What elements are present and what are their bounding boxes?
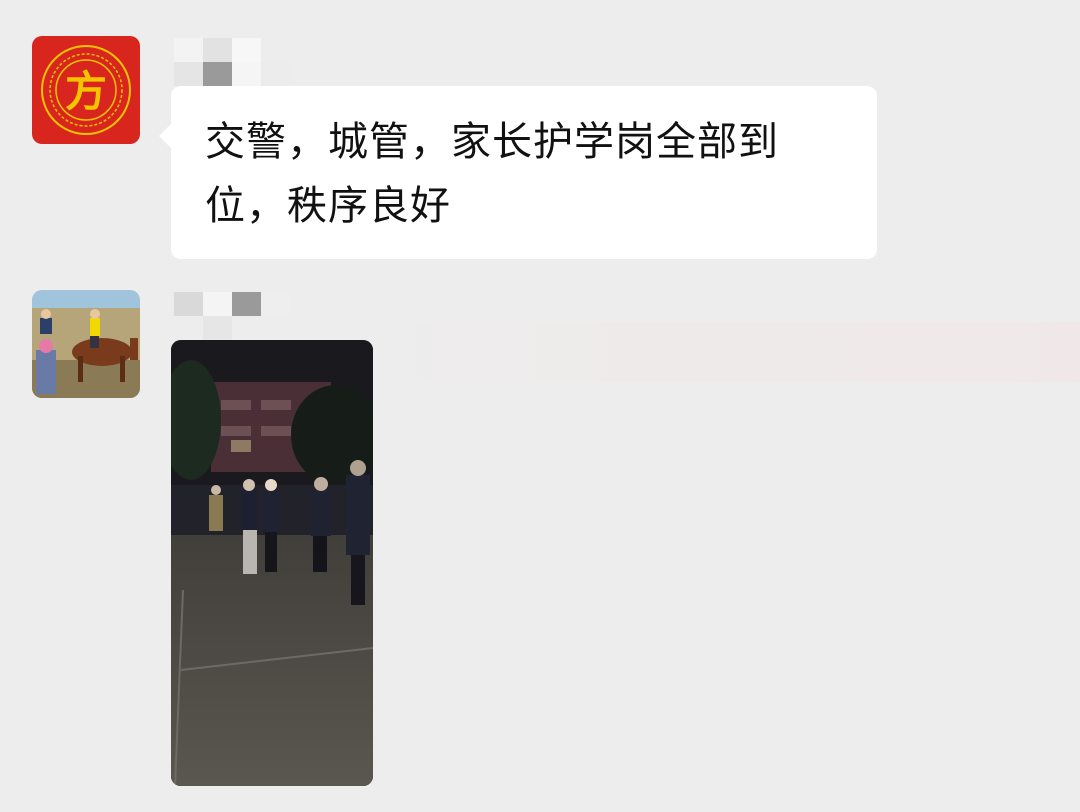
background-artifact	[380, 322, 1080, 382]
red-seal-logo-icon: 方	[32, 36, 140, 144]
pixelated-name	[174, 292, 290, 340]
message-image[interactable]	[171, 340, 373, 786]
message-bubble[interactable]: 交警，城管，家长护学岗全部到位，秩序良好	[159, 86, 877, 259]
night-schoolyard-photo	[171, 340, 373, 786]
sender-name	[174, 290, 314, 340]
svg-text:方: 方	[65, 67, 107, 116]
message-text: 交警，城管，家长护学岗全部到位，秩序良好	[205, 119, 779, 229]
horse-riding-photo-icon	[32, 290, 140, 398]
sender-name	[174, 36, 314, 86]
sender-avatar[interactable]: 方	[32, 36, 140, 144]
pixelated-name	[174, 38, 290, 86]
chat-window: 方 交警，城管，家长护学岗全部到位，秩序良好	[0, 0, 1080, 812]
chat-message: 方 交警，城管，家长护学岗全部到位，秩序良好	[0, 36, 1080, 266]
sender-avatar[interactable]	[32, 290, 140, 398]
chat-message	[0, 290, 1080, 790]
